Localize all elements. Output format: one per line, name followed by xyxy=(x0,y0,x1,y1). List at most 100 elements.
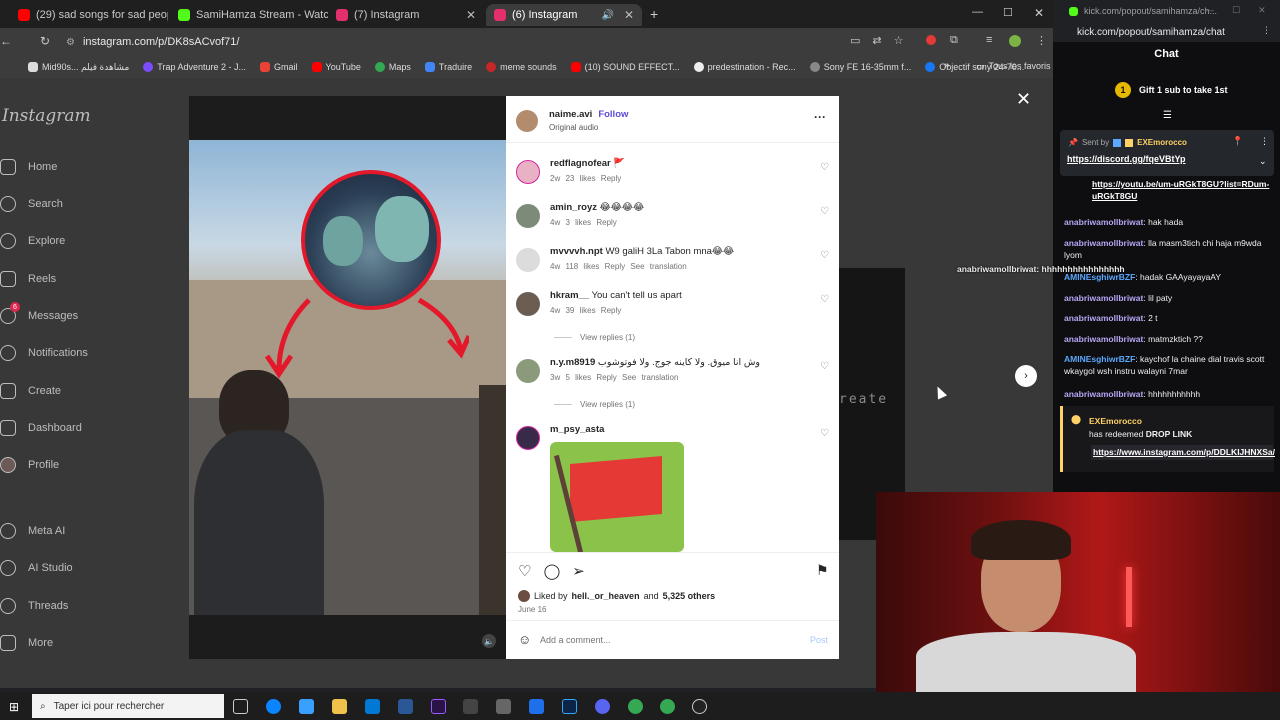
app-icon[interactable] xyxy=(398,699,413,714)
close-tab-icon[interactable]: ✕ xyxy=(624,8,634,22)
menu-icon[interactable]: ⋮ xyxy=(1262,25,1271,36)
app-icon[interactable] xyxy=(463,699,478,714)
site-info-icon[interactable]: ⚙ xyxy=(66,37,75,48)
bookmark-item[interactable]: Maps xyxy=(374,62,411,72)
comment-icon[interactable]: ◯ xyxy=(543,562,560,580)
edge-icon[interactable] xyxy=(266,699,281,714)
chevron-down-icon[interactable]: ⌄ xyxy=(1259,156,1267,167)
like-comment-icon[interactable]: ♡ xyxy=(820,428,829,439)
nav-ai-studio[interactable]: AI Studio xyxy=(0,558,73,578)
video-frame[interactable] xyxy=(189,140,509,615)
save-icon[interactable]: ⚑ xyxy=(816,562,829,579)
windows-start-icon[interactable]: ⊞ xyxy=(9,700,19,714)
commenter-avatar[interactable] xyxy=(516,292,540,316)
more-options-icon[interactable]: ⋮ xyxy=(1260,136,1269,147)
next-post-icon[interactable]: › xyxy=(1015,365,1037,387)
like-icon[interactable]: ♡ xyxy=(518,562,531,580)
bookmark-star-icon[interactable]: ☆ xyxy=(894,34,904,47)
nav-home[interactable]: Home xyxy=(0,157,57,177)
bookmark-item[interactable]: Gmail xyxy=(260,62,298,72)
bookmark-item[interactable]: Mid90s... مشاهدة فيلم xyxy=(28,62,129,73)
taskbar-search[interactable]: ⌕ Taper ici pour rechercher xyxy=(32,694,224,718)
close-tab-icon[interactable]: ✕ xyxy=(466,8,476,22)
post-comment-button[interactable]: Post xyxy=(810,635,828,645)
photoshop-icon[interactable] xyxy=(562,699,577,714)
url-field[interactable]: ⚙ instagram.com/p/DK8sACvof71/ xyxy=(66,33,916,51)
redeem-link[interactable]: https://www.instagram.com/p/DDLKIJHNXSa/ xyxy=(1091,445,1275,460)
like-comment-icon[interactable]: ♡ xyxy=(820,361,829,372)
emoji-icon[interactable]: ☺ xyxy=(518,632,531,647)
bookmark-item[interactable]: (10) SOUND EFFECT... xyxy=(570,62,680,72)
unpin-icon[interactable]: 📍 xyxy=(1232,136,1243,147)
follow-button[interactable]: Follow xyxy=(598,109,628,120)
gift-sub-banner[interactable]: 1 Gift 1 sub to take 1st xyxy=(1115,82,1228,98)
commenter-avatar[interactable] xyxy=(516,160,540,184)
instagram-logo[interactable]: Instagram xyxy=(2,106,91,126)
file-explorer-icon[interactable] xyxy=(332,699,347,714)
bookmark-item[interactable]: Sony FE 16-35mm f... xyxy=(809,62,911,72)
commenter-avatar[interactable] xyxy=(516,248,540,272)
tab-kick-stream[interactable]: SamiHamza Stream - Watch Liv ✕ xyxy=(170,4,328,26)
like-comment-icon[interactable]: ♡ xyxy=(820,294,829,305)
nav-notifications[interactable]: Notifications xyxy=(0,343,88,363)
outlook-icon[interactable] xyxy=(365,699,380,714)
task-view-icon[interactable] xyxy=(233,699,248,714)
comment-input[interactable] xyxy=(540,632,790,648)
commenter-avatar[interactable] xyxy=(516,204,540,228)
store-icon[interactable] xyxy=(299,699,314,714)
new-tab-icon[interactable]: + xyxy=(650,6,658,22)
maximize-icon[interactable]: ☐ xyxy=(1003,6,1013,19)
red-flag-sticker[interactable] xyxy=(550,442,684,552)
like-comment-icon[interactable]: ♡ xyxy=(820,206,829,217)
discord-icon[interactable] xyxy=(595,699,610,714)
minimize-icon[interactable]: — xyxy=(1205,5,1214,16)
extension-icon[interactable] xyxy=(926,35,936,45)
premiere-icon[interactable] xyxy=(431,699,446,714)
bookmark-item[interactable]: YouTube xyxy=(311,62,361,72)
translate-icon[interactable]: ⇄ xyxy=(872,34,881,47)
cast-icon[interactable]: ▭ xyxy=(850,34,860,47)
close-window-icon[interactable]: ✕ xyxy=(1258,5,1266,16)
extensions-icon[interactable]: ⧉ xyxy=(950,34,958,47)
maximize-icon[interactable]: ☐ xyxy=(1232,5,1240,16)
nav-profile[interactable]: Profile xyxy=(0,455,59,475)
app-icon[interactable] xyxy=(496,699,511,714)
chrome-icon[interactable] xyxy=(660,699,675,714)
bookmark-item[interactable]: meme sounds xyxy=(486,62,557,72)
close-modal-icon[interactable]: ✕ xyxy=(1016,89,1031,110)
author-name[interactable]: naime.avi xyxy=(549,109,592,120)
obs-icon[interactable] xyxy=(692,699,707,714)
app-icon[interactable] xyxy=(529,699,544,714)
tab-instagram-6[interactable]: (6) Instagram 🔊 ✕ xyxy=(486,4,642,26)
nav-search[interactable]: Search xyxy=(0,194,63,214)
tab-instagram-7[interactable]: (7) Instagram ✕ xyxy=(328,4,484,26)
chat-link-message[interactable]: https://youtu.be/um-uRGkT8GU?list=RDum-u… xyxy=(1092,178,1272,202)
profile-avatar-icon[interactable] xyxy=(1009,35,1021,47)
back-icon[interactable]: ← xyxy=(0,34,12,48)
close-window-icon[interactable]: ✕ xyxy=(1034,6,1044,20)
nav-meta-ai[interactable]: Meta AI xyxy=(0,521,65,541)
bookmark-item[interactable]: Trap Adventure 2 - J... xyxy=(143,62,246,72)
pinned-link[interactable]: https://discord.gg/fqeVBtYp xyxy=(1067,154,1186,164)
original-audio-link[interactable]: Original audio xyxy=(549,123,598,132)
filter-icon[interactable]: ☰ xyxy=(1163,110,1172,121)
like-comment-icon[interactable]: ♡ xyxy=(820,162,829,173)
media-icon[interactable]: ≡ xyxy=(986,34,992,46)
browser-menu-icon[interactable]: ⋮ xyxy=(1036,34,1047,47)
speaker-icon[interactable]: 🔊 xyxy=(601,10,613,21)
nav-create[interactable]: Create xyxy=(0,381,61,401)
share-icon[interactable]: ➢ xyxy=(572,562,585,580)
nav-more[interactable]: More xyxy=(0,633,53,653)
chrome-icon[interactable] xyxy=(628,699,643,714)
nav-threads[interactable]: Threads xyxy=(0,596,68,616)
more-options-icon[interactable]: ··· xyxy=(814,110,826,124)
more-bookmarks-icon[interactable]: » xyxy=(944,60,950,71)
chat-url[interactable]: kick.com/popout/samihamza/chat xyxy=(1053,22,1280,42)
bookmark-item[interactable]: Traduire xyxy=(424,62,472,72)
view-replies-link[interactable]: View replies (1) xyxy=(554,400,635,409)
like-comment-icon[interactable]: ♡ xyxy=(820,250,829,261)
all-bookmarks[interactable]: ▭ Tous les favoris xyxy=(976,61,1051,72)
nav-explore[interactable]: Explore xyxy=(0,231,65,251)
nav-reels[interactable]: Reels xyxy=(0,269,56,289)
commenter-avatar[interactable] xyxy=(516,359,540,383)
